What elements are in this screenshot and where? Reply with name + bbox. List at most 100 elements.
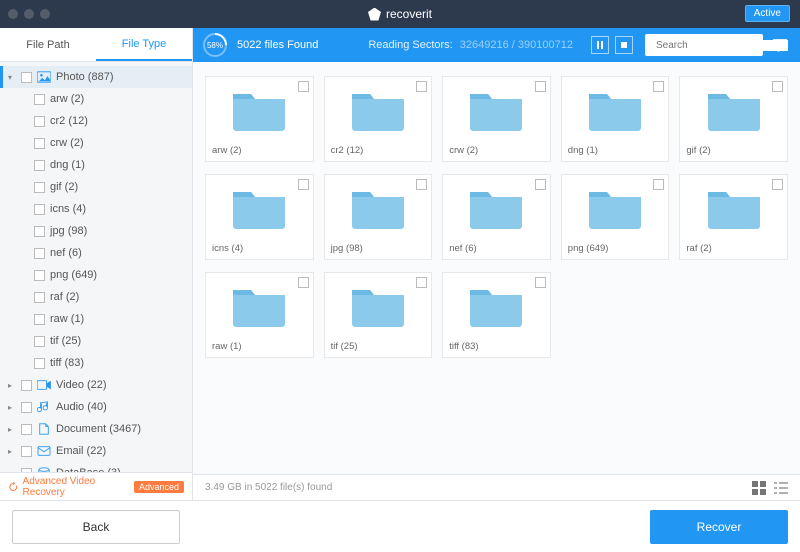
- caret-icon: ▸: [8, 403, 16, 412]
- tree-item[interactable]: icns (4): [0, 198, 192, 220]
- checkbox[interactable]: [535, 277, 546, 288]
- checkbox[interactable]: [34, 94, 45, 105]
- sidebar-tabs: File Path File Type: [0, 28, 192, 62]
- folder-card[interactable]: raw (1): [205, 272, 314, 358]
- checkbox[interactable]: [34, 248, 45, 259]
- pause-button[interactable]: [591, 36, 609, 54]
- checkbox[interactable]: [535, 179, 546, 190]
- folder-card[interactable]: dng (1): [561, 76, 670, 162]
- folder-card[interactable]: crw (2): [442, 76, 551, 162]
- checkbox[interactable]: [34, 226, 45, 237]
- folder-card[interactable]: cr2 (12): [324, 76, 433, 162]
- checkbox[interactable]: [21, 72, 32, 83]
- footer-status: 3.49 GB in 5022 file(s) found: [205, 482, 332, 493]
- tree-category[interactable]: ▸ Audio (40): [0, 396, 192, 418]
- folder-card[interactable]: nef (6): [442, 174, 551, 260]
- tree-item-label: tiff (83): [50, 357, 84, 369]
- checkbox[interactable]: [21, 424, 32, 435]
- folder-icon: [325, 273, 432, 338]
- checkbox[interactable]: [34, 138, 45, 149]
- tree-item[interactable]: tiff (83): [0, 352, 192, 374]
- checkbox[interactable]: [34, 314, 45, 325]
- back-button[interactable]: Back: [12, 510, 180, 544]
- folder-card[interactable]: tiff (83): [442, 272, 551, 358]
- tree-item[interactable]: raf (2): [0, 286, 192, 308]
- tree-category-label: Video (22): [56, 379, 107, 391]
- tree-item-label: tif (25): [50, 335, 81, 347]
- checkbox[interactable]: [535, 81, 546, 92]
- tree-item[interactable]: gif (2): [0, 176, 192, 198]
- maximize-window-icon[interactable]: [40, 9, 50, 19]
- folder-card[interactable]: tif (25): [324, 272, 433, 358]
- tree-item[interactable]: dng (1): [0, 154, 192, 176]
- tree-item[interactable]: crw (2): [0, 132, 192, 154]
- checkbox[interactable]: [298, 277, 309, 288]
- progress-pct: 58%: [207, 41, 223, 50]
- checkbox[interactable]: [653, 81, 664, 92]
- tree-category[interactable]: ▸ Document (3467): [0, 418, 192, 440]
- folder-card[interactable]: jpg (98): [324, 174, 433, 260]
- search-input[interactable]: [656, 40, 788, 51]
- folder-card[interactable]: icns (4): [205, 174, 314, 260]
- tree-item-label: raw (1): [50, 313, 84, 325]
- checkbox[interactable]: [653, 179, 664, 190]
- checkbox[interactable]: [34, 270, 45, 281]
- tree-item-label: nef (6): [50, 247, 82, 259]
- tree-item[interactable]: cr2 (12): [0, 110, 192, 132]
- checkbox[interactable]: [34, 336, 45, 347]
- file-type-tree: ▾ Photo (887) arw (2) cr2 (12) crw (2) d…: [0, 62, 192, 472]
- filter-icon[interactable]: [773, 38, 787, 52]
- close-window-icon[interactable]: [8, 9, 18, 19]
- tree-category[interactable]: ▸ Email (22): [0, 440, 192, 462]
- tree-item[interactable]: nef (6): [0, 242, 192, 264]
- tree-item[interactable]: jpg (98): [0, 220, 192, 242]
- advanced-video-recovery[interactable]: Advanced Video Recovery Advanced: [0, 472, 192, 500]
- checkbox[interactable]: [21, 402, 32, 413]
- checkbox[interactable]: [34, 358, 45, 369]
- checkbox[interactable]: [416, 179, 427, 190]
- recover-button[interactable]: Recover: [650, 510, 788, 544]
- tree-category[interactable]: ▸ DataBase (3): [0, 462, 192, 472]
- folder-card[interactable]: arw (2): [205, 76, 314, 162]
- folder-icon: [206, 273, 313, 338]
- checkbox[interactable]: [416, 81, 427, 92]
- folder-label: cr2 (12): [325, 142, 432, 161]
- sidebar: File Path File Type ▾ Photo (887) arw (2…: [0, 28, 193, 500]
- list-view-icon[interactable]: [774, 481, 788, 495]
- brand-icon: [368, 8, 381, 21]
- folder-card[interactable]: png (649): [561, 174, 670, 260]
- tree-item[interactable]: raw (1): [0, 308, 192, 330]
- tree-category[interactable]: ▸ Video (22): [0, 374, 192, 396]
- checkbox[interactable]: [34, 292, 45, 303]
- checkbox[interactable]: [772, 81, 783, 92]
- checkbox[interactable]: [34, 204, 45, 215]
- checkbox[interactable]: [298, 81, 309, 92]
- tree-category[interactable]: ▾ Photo (887): [0, 66, 192, 88]
- stop-button[interactable]: [615, 36, 633, 54]
- tree-item-label: gif (2): [50, 181, 78, 193]
- checkbox[interactable]: [21, 446, 32, 457]
- active-badge[interactable]: Active: [745, 5, 790, 22]
- search-box[interactable]: [645, 34, 763, 56]
- tree-item[interactable]: tif (25): [0, 330, 192, 352]
- checkbox[interactable]: [21, 380, 32, 391]
- folder-icon: [443, 273, 550, 338]
- checkbox[interactable]: [416, 277, 427, 288]
- content-area: 58% 5022 files Found Reading Sectors: 32…: [193, 28, 800, 500]
- tab-file-path[interactable]: File Path: [0, 28, 96, 61]
- checkbox[interactable]: [772, 179, 783, 190]
- checkbox[interactable]: [34, 160, 45, 171]
- tree-item[interactable]: png (649): [0, 264, 192, 286]
- tab-file-type[interactable]: File Type: [96, 28, 192, 61]
- minimize-window-icon[interactable]: [24, 9, 34, 19]
- folder-icon: [206, 175, 313, 240]
- grid-view-icon[interactable]: [752, 481, 766, 495]
- status-bar: 58% 5022 files Found Reading Sectors: 32…: [193, 28, 800, 62]
- folder-card[interactable]: gif (2): [679, 76, 788, 162]
- scan-controls: [591, 36, 633, 54]
- tree-item[interactable]: arw (2): [0, 88, 192, 110]
- checkbox[interactable]: [34, 116, 45, 127]
- folder-card[interactable]: raf (2): [679, 174, 788, 260]
- checkbox[interactable]: [298, 179, 309, 190]
- checkbox[interactable]: [34, 182, 45, 193]
